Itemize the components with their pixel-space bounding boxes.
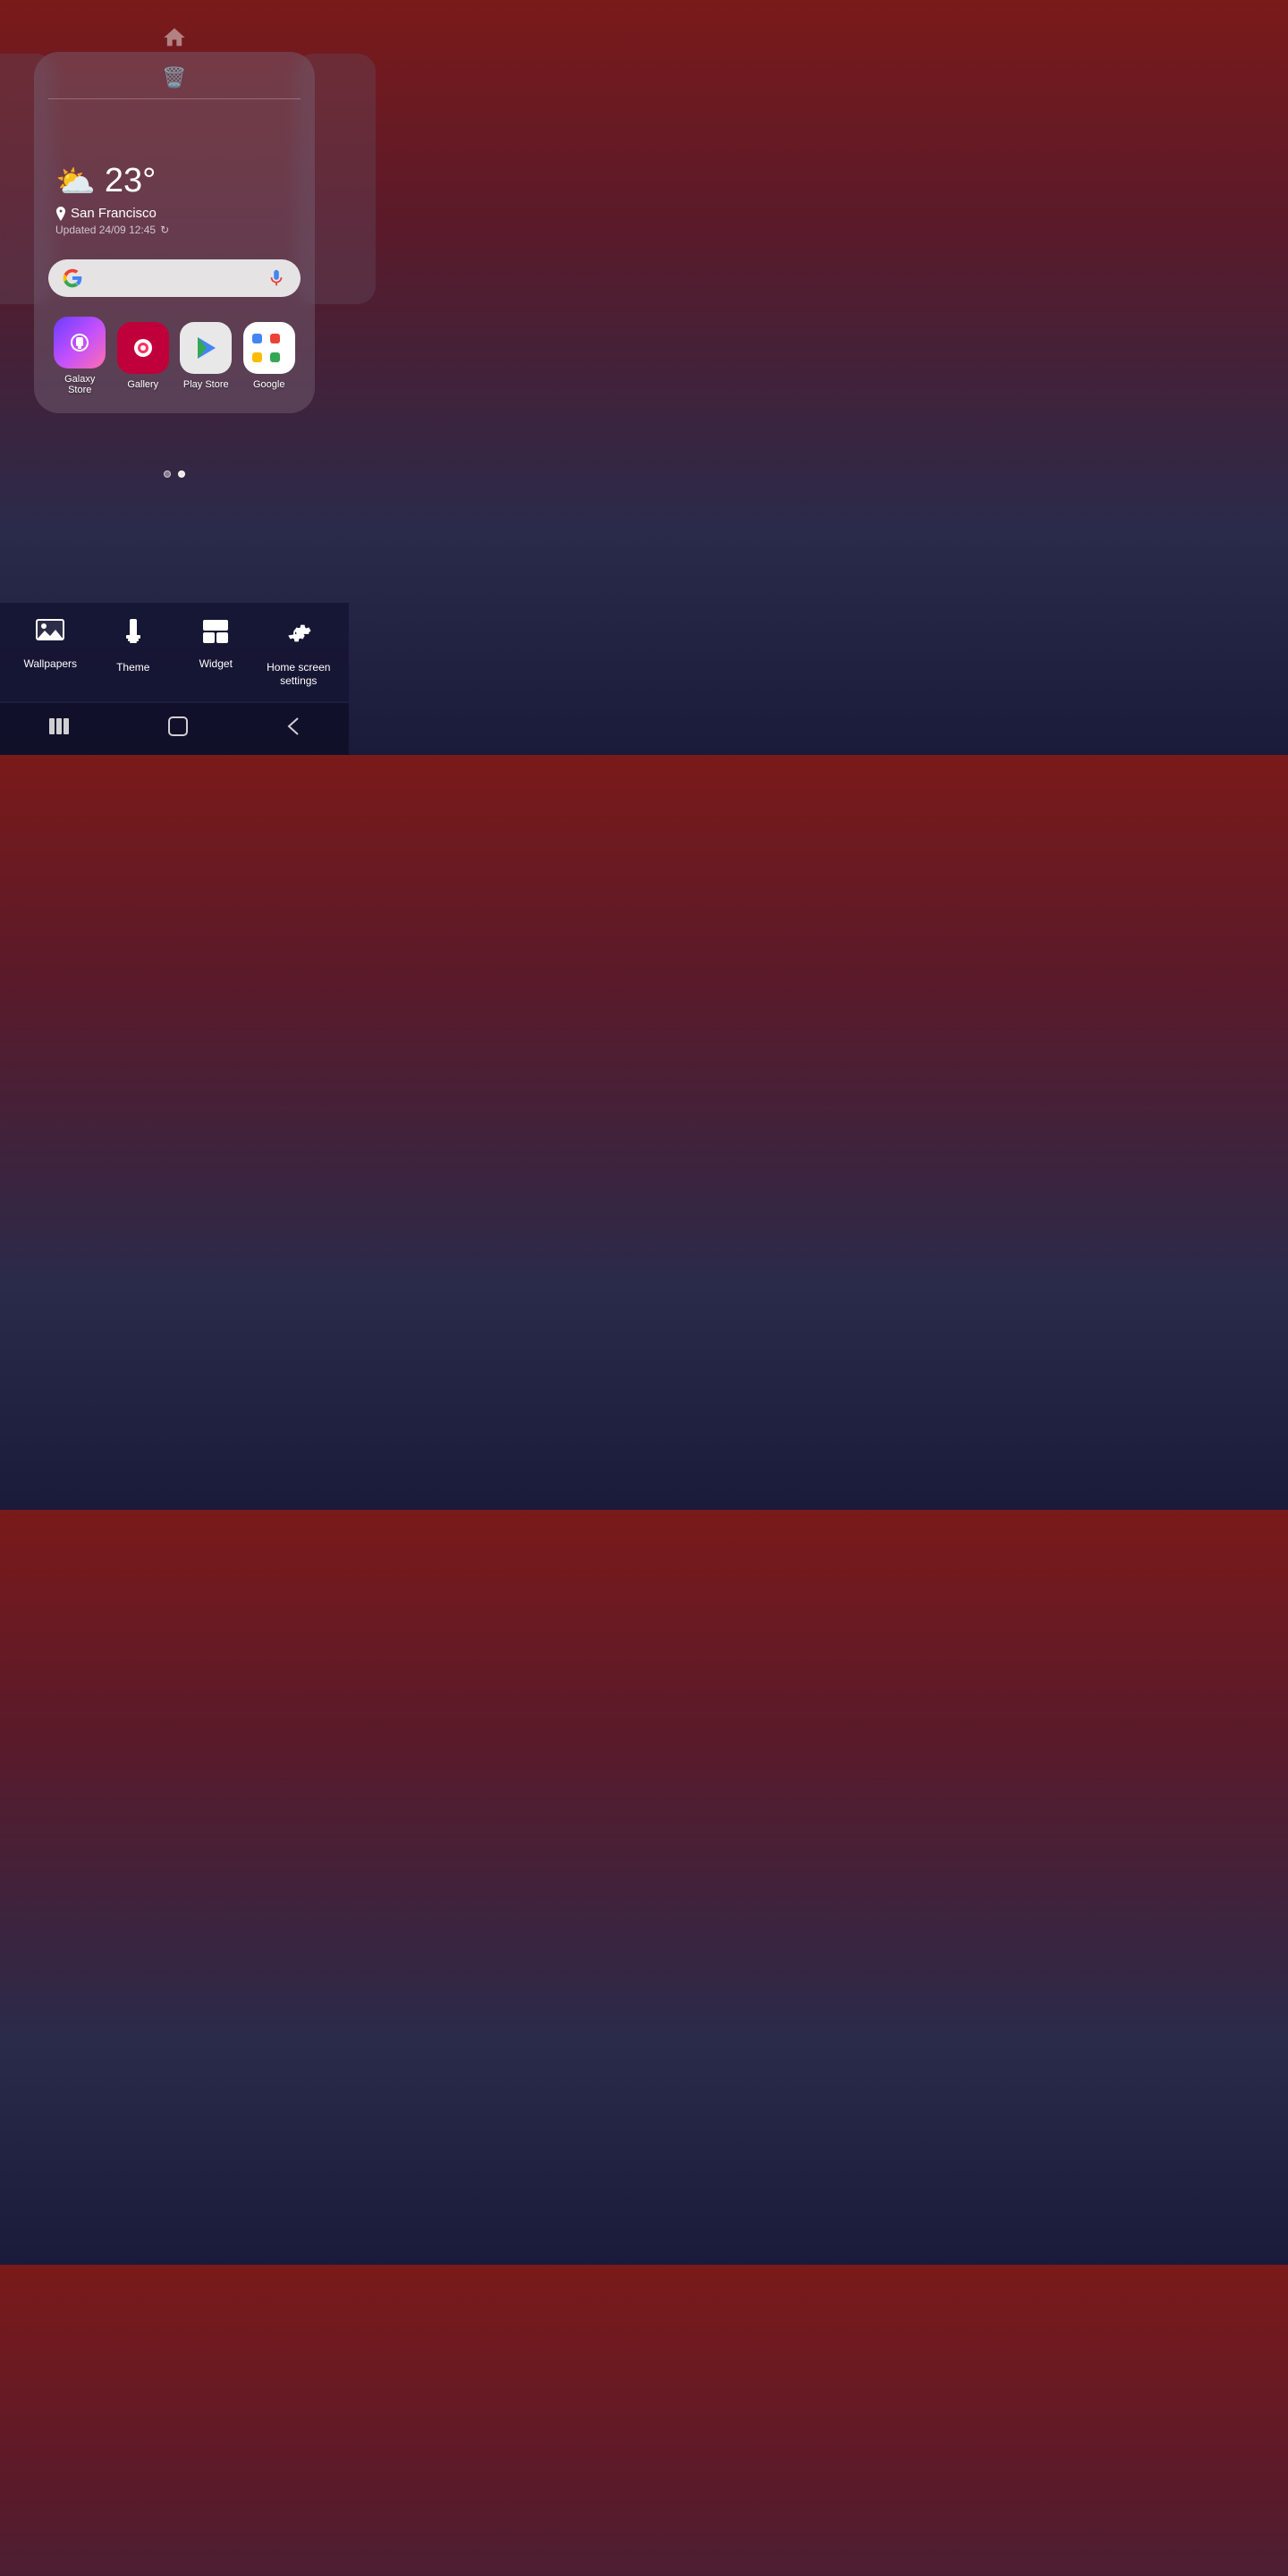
google-gmail-cell xyxy=(270,334,280,343)
galaxy-store-icon xyxy=(54,317,106,369)
google-label: Google xyxy=(253,379,284,390)
app-row: GalaxyStore Gallery xyxy=(48,309,301,399)
weather-row: ⛅ 23° xyxy=(55,162,293,200)
play-store-icon xyxy=(180,322,232,374)
nav-recent-button[interactable] xyxy=(49,718,69,740)
play-store-label: Play Store xyxy=(183,379,229,390)
widget-icon xyxy=(202,619,229,650)
home-screen-settings-label: Home screen settings xyxy=(258,661,341,689)
weather-temp: 23° xyxy=(105,162,156,200)
bottom-menu: Wallpapers Theme Widget xyxy=(0,603,349,701)
nav-back-button[interactable] xyxy=(287,716,300,741)
app-gallery[interactable]: Gallery xyxy=(117,322,169,390)
menu-wallpapers[interactable]: Wallpapers xyxy=(9,619,92,672)
page-dot-2[interactable] xyxy=(178,470,185,478)
mic-icon[interactable] xyxy=(267,268,286,288)
google-g-logo xyxy=(63,268,82,288)
weather-area: ⛅ 23° San Francisco Updated 24/09 12:45 … xyxy=(48,108,301,247)
weather-updated: Updated 24/09 12:45 ↻ xyxy=(55,224,293,236)
gallery-label: Gallery xyxy=(127,379,158,390)
location-text: San Francisco xyxy=(71,206,157,221)
galaxy-store-label: GalaxyStore xyxy=(64,374,95,395)
nav-bar xyxy=(0,703,349,755)
wallpapers-label: Wallpapers xyxy=(23,657,77,672)
app-galaxy-store[interactable]: GalaxyStore xyxy=(54,317,106,395)
app-play-store[interactable]: Play Store xyxy=(180,322,232,390)
nav-home-button[interactable] xyxy=(168,716,188,741)
weather-icon: ⛅ xyxy=(55,163,96,200)
menu-home-screen-settings[interactable]: Home screen settings xyxy=(258,619,341,689)
theme-icon xyxy=(121,619,146,654)
menu-theme[interactable]: Theme xyxy=(92,619,175,675)
divider xyxy=(48,98,301,99)
refresh-icon[interactable]: ↻ xyxy=(160,224,169,236)
page-dots xyxy=(164,470,185,478)
location-pin-icon xyxy=(55,207,66,221)
google-chrome-cell xyxy=(252,334,262,343)
main-card: 🗑️ ⛅ 23° San Francisco Updated 24/09 12:… xyxy=(34,52,315,413)
theme-label: Theme xyxy=(116,661,149,675)
updated-text: Updated 24/09 12:45 xyxy=(55,224,156,236)
google-icon-box xyxy=(243,322,295,374)
delete-icon[interactable]: 🗑️ xyxy=(162,66,186,89)
app-google[interactable]: Google xyxy=(243,322,295,390)
google-maps-cell xyxy=(252,352,262,362)
menu-widget[interactable]: Widget xyxy=(174,619,258,672)
widget-label: Widget xyxy=(199,657,233,672)
delete-icon-row: 🗑️ xyxy=(48,66,301,89)
weather-location: San Francisco xyxy=(55,206,293,221)
gallery-icon xyxy=(117,322,169,374)
wallpapers-icon xyxy=(36,619,64,650)
page-dot-1[interactable] xyxy=(164,470,171,478)
search-bar[interactable] xyxy=(48,259,301,297)
google-youtube-cell xyxy=(270,352,280,362)
home-screen-settings-icon xyxy=(284,619,313,654)
